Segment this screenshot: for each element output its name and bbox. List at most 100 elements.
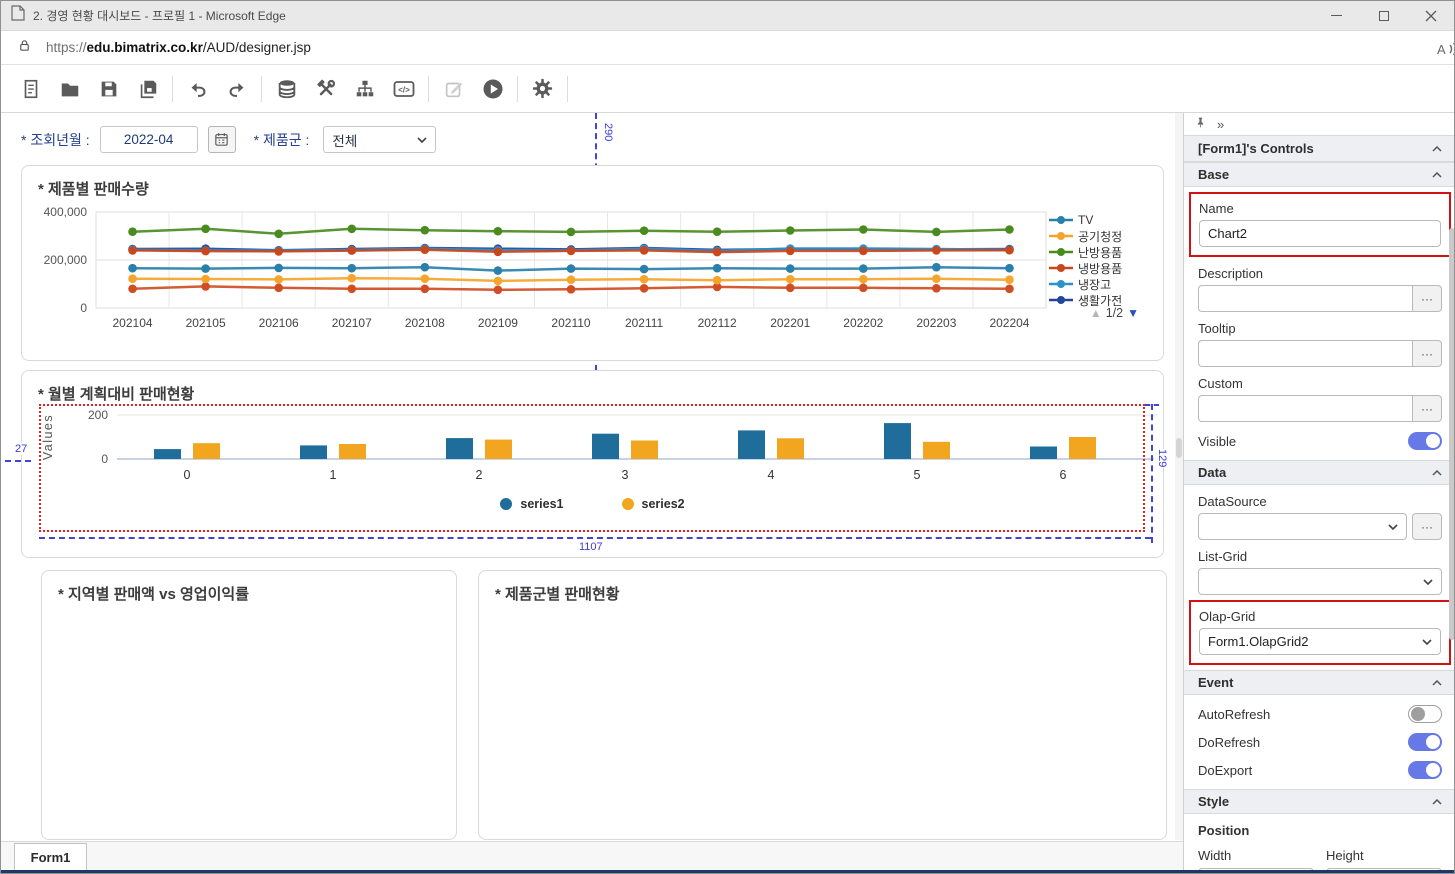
tab-form1[interactable]: Form1 <box>14 843 87 870</box>
description-editor-button[interactable]: ··· <box>1412 285 1442 312</box>
chart3-widget[interactable]: * 지역별 판매액 vs 영업이익률 <box>41 570 457 840</box>
maximize-button[interactable] <box>1360 1 1407 30</box>
legend-item[interactable]: 공기청정 <box>1049 228 1149 244</box>
custom-editor-button[interactable]: ··· <box>1412 395 1442 422</box>
tools-button[interactable] <box>306 70 345 108</box>
legend-dot-icon <box>622 498 634 510</box>
svg-text:400,000: 400,000 <box>44 205 88 219</box>
data-point <box>274 230 283 239</box>
url-scheme: https:// <box>46 40 87 55</box>
bar-series1 <box>1030 447 1057 460</box>
olapgrid-field-highlight: Olap-Grid Form1.OlapGrid2 <box>1189 600 1451 665</box>
data-point <box>1005 285 1014 294</box>
custom-input[interactable] <box>1198 395 1412 422</box>
sitemap-button[interactable] <box>345 70 384 108</box>
window-bottom-edge <box>1 870 1454 873</box>
edit-button[interactable] <box>434 70 473 108</box>
olapgrid-select[interactable]: Form1.OlapGrid2 <box>1199 628 1441 655</box>
autorefresh-label: AutoRefresh <box>1198 707 1270 722</box>
settings-button[interactable] <box>523 70 562 108</box>
panel-scrollbar-thumb[interactable] <box>1449 228 1455 640</box>
datasource-select[interactable] <box>1198 513 1407 540</box>
data-point <box>128 246 137 255</box>
category-select[interactable]: 전체 <box>323 126 436 153</box>
toolbar-separator <box>517 76 518 102</box>
data-point <box>859 275 868 284</box>
svg-text:202106: 202106 <box>259 316 299 330</box>
legend-page-up-icon[interactable]: ▲ <box>1090 306 1102 320</box>
legend-page-down-icon[interactable]: ▼ <box>1127 306 1139 320</box>
height-stepper[interactable]: 129 <box>1326 868 1442 870</box>
chart4-widget[interactable]: * 제품군별 판매현황 <box>478 570 1167 840</box>
script-button[interactable]: </> <box>384 70 423 108</box>
data-point <box>347 246 356 255</box>
listgrid-select[interactable] <box>1198 568 1442 595</box>
legend-item[interactable]: TV <box>1049 212 1149 228</box>
data-point <box>640 226 649 235</box>
read-aloud-icon[interactable]: A <box>1435 39 1454 64</box>
category-select-value: 전체 <box>332 130 357 150</box>
canvas-scrollbar[interactable] <box>1175 113 1183 840</box>
bar-series1 <box>300 445 327 459</box>
legend-item[interactable]: series1 <box>500 497 563 511</box>
legend-item[interactable]: 난방용품 <box>1049 244 1149 260</box>
legend-item[interactable]: 냉방용품 <box>1049 260 1149 276</box>
date-input[interactable] <box>100 126 198 153</box>
save-button[interactable] <box>89 70 128 108</box>
panel-header[interactable]: [Form1]'s Controls <box>1184 135 1455 162</box>
legend-item[interactable]: series2 <box>622 497 685 511</box>
data-point <box>786 247 795 256</box>
visible-toggle[interactable] <box>1408 432 1442 450</box>
data-point <box>567 285 576 294</box>
legend-pagination: ▲ 1/2 ▼ <box>1090 306 1139 320</box>
description-input[interactable] <box>1198 285 1412 312</box>
code-icon: </> <box>392 77 416 101</box>
data-point <box>494 286 503 295</box>
section-base[interactable]: Base <box>1184 162 1455 187</box>
svg-text:A: A <box>1437 42 1446 57</box>
address-bar[interactable]: https://edu.bimatrix.co.kr/AUD/designer.… <box>1 31 1454 65</box>
section-event[interactable]: Event <box>1184 670 1455 695</box>
tooltip-editor-button[interactable]: ··· <box>1412 340 1442 367</box>
tools-icon <box>315 78 337 100</box>
chart1-widget[interactable]: * 제품별 판매수량 0200,000400,00020210420210520… <box>21 165 1164 361</box>
close-button[interactable] <box>1407 1 1454 30</box>
section-style[interactable]: Style <box>1184 789 1455 814</box>
redo-button[interactable] <box>217 70 256 108</box>
calendar-button[interactable] <box>208 126 236 153</box>
browser-window: 2. 경영 현황 대시보드 - 프로필 1 - Microsoft Edge h… <box>0 0 1455 874</box>
chart2-widget[interactable]: * 월별 계획대비 판매현황 2000Values0123456 series1… <box>21 370 1164 558</box>
section-data[interactable]: Data <box>1184 460 1455 485</box>
data-point <box>640 265 649 274</box>
tooltip-input[interactable] <box>1198 340 1412 367</box>
svg-text:3: 3 <box>622 468 629 482</box>
data-point <box>859 247 868 256</box>
minimize-button[interactable] <box>1313 1 1360 30</box>
chevron-down-icon <box>417 137 427 143</box>
legend-item-label: 공기청정 <box>1078 228 1122 245</box>
legend-item[interactable]: 냉장고 <box>1049 276 1149 292</box>
data-point <box>421 226 430 235</box>
filter-row: * 조회년월 : * 제품군 : 전체 <box>21 126 436 153</box>
undo-button[interactable] <box>178 70 217 108</box>
autorefresh-toggle[interactable] <box>1408 705 1442 723</box>
legend-page-number: 1/2 <box>1106 306 1123 320</box>
dorefresh-toggle[interactable] <box>1408 733 1442 751</box>
datasource-button[interactable] <box>267 70 306 108</box>
data-point <box>640 275 649 284</box>
pin-icon[interactable] <box>1194 116 1207 132</box>
designer-canvas[interactable]: * 조회년월 : * 제품군 : 전체 290 * 제품별 판매수량 0200,… <box>1 113 1183 870</box>
collapse-panel-icon[interactable]: » <box>1217 117 1224 132</box>
canvas-scrollbar-thumb[interactable] <box>1176 438 1182 458</box>
run-button[interactable] <box>473 70 512 108</box>
data-point <box>128 274 137 283</box>
name-input[interactable] <box>1199 220 1441 247</box>
open-button[interactable] <box>50 70 89 108</box>
legend-marker-icon <box>1049 295 1073 305</box>
datasource-editor-button[interactable]: ··· <box>1412 513 1442 540</box>
doexport-toggle[interactable] <box>1408 761 1442 779</box>
save-as-button[interactable] <box>128 70 167 108</box>
bar-series1 <box>738 430 765 459</box>
width-stepper[interactable]: 1107 <box>1198 868 1314 870</box>
new-file-button[interactable] <box>11 70 50 108</box>
